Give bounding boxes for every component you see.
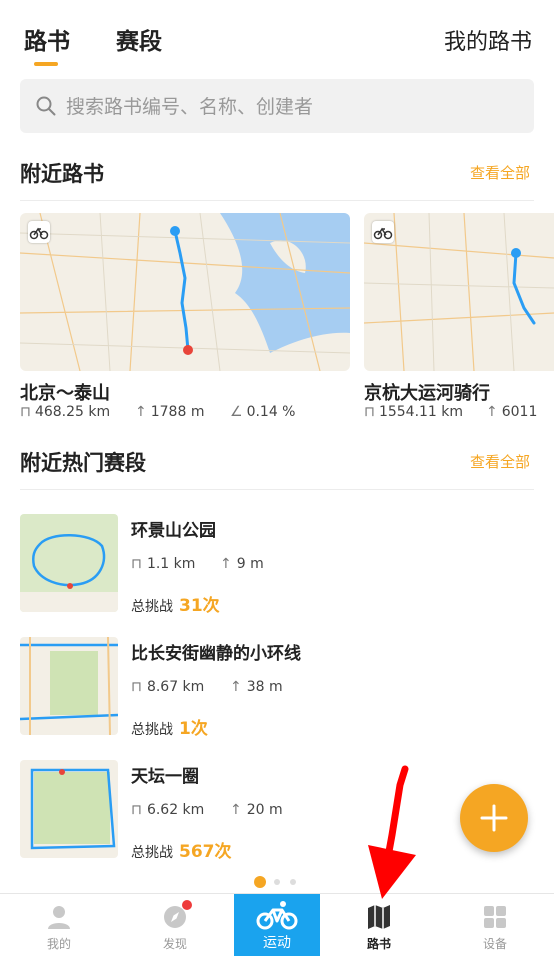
route-map-image xyxy=(20,213,350,371)
distance-icon: ⊓ xyxy=(131,556,142,572)
segment-name[interactable]: 比长安街幽静的小环线 xyxy=(131,639,301,664)
segment-elevation: ↑ 38 m xyxy=(230,679,283,695)
distance-icon: ⊓ xyxy=(131,802,142,818)
elevation-icon: ↑ xyxy=(135,404,147,420)
segment-thumbnail[interactable] xyxy=(20,760,118,858)
nav-label: 路书 xyxy=(366,937,391,951)
distance-icon: ⊓ xyxy=(131,679,142,695)
tab-routes[interactable]: 路书 xyxy=(24,22,70,56)
segment-map-image xyxy=(20,760,118,858)
search-bar[interactable] xyxy=(20,79,534,135)
notification-badge xyxy=(182,900,192,910)
nav-label: 我的 xyxy=(46,937,71,951)
divider xyxy=(20,489,534,490)
add-button[interactable] xyxy=(460,784,528,852)
nearby-routes-view-all[interactable]: 查看全部 xyxy=(470,162,530,183)
search-icon xyxy=(36,96,56,116)
segment-name[interactable]: 天坛一圈 xyxy=(131,762,199,787)
segment-distance: ⊓ 6.62 km xyxy=(131,802,205,818)
segment-challenges: 总挑战 567次 xyxy=(131,842,232,862)
route-card-name[interactable]: 北京～泰山 xyxy=(20,379,110,405)
nav-label: 设备 xyxy=(482,937,507,951)
grade-icon: ∠ xyxy=(230,404,243,420)
nav-item-sport[interactable]: 运动 xyxy=(234,894,320,956)
divider xyxy=(20,200,534,201)
elevation-icon: ↑ xyxy=(220,556,232,572)
route-card-name[interactable]: 京杭大运河骑行 xyxy=(364,379,490,405)
pager-dot-active xyxy=(254,876,266,888)
segment-thumbnail[interactable] xyxy=(20,637,118,735)
segment-name[interactable]: 环景山公园 xyxy=(131,516,216,541)
nav-label: 发现 xyxy=(162,937,187,951)
nearby-segments-title: 附近热门赛段 xyxy=(20,451,146,475)
nav-label: 运动 xyxy=(263,935,291,951)
red-arrow-icon xyxy=(368,765,416,899)
nav-item-discover[interactable]: 发现 xyxy=(120,894,230,956)
nearby-segments-view-all[interactable]: 查看全部 xyxy=(470,451,530,472)
segment-distance: ⊓ 1.1 km xyxy=(131,556,196,572)
distance-icon: ⊓ xyxy=(20,404,31,420)
route-elevation: ↑ 6011 xyxy=(486,404,538,420)
segment-distance: ⊓ 8.67 km xyxy=(131,679,205,695)
person-icon xyxy=(48,906,70,929)
route-distance: ⊓ 468.25 km xyxy=(20,404,111,420)
bottom-nav: 我的 发现 运动 路书 设备 xyxy=(0,893,554,956)
nearby-routes-title: 附近路书 xyxy=(20,162,104,186)
segment-thumbnail[interactable] xyxy=(20,514,118,612)
nav-item-me[interactable]: 我的 xyxy=(4,894,114,956)
my-routes-link[interactable]: 我的路书 xyxy=(444,24,532,56)
route-distance: ⊓ 1554.11 km xyxy=(364,404,464,420)
bicycle-icon xyxy=(28,221,50,243)
tab-active-indicator xyxy=(34,62,58,66)
nav-item-devices[interactable]: 设备 xyxy=(440,894,550,956)
segment-elevation: ↑ 20 m xyxy=(230,802,283,818)
segment-map-image xyxy=(20,514,118,612)
bicycle-icon xyxy=(256,901,298,930)
segment-challenges: 总挑战 31次 xyxy=(131,596,220,616)
map-icon xyxy=(368,905,390,929)
route-card-map[interactable] xyxy=(20,213,350,371)
bicycle-icon xyxy=(372,221,394,243)
search-input[interactable] xyxy=(64,79,508,135)
route-grade: ∠ 0.14 % xyxy=(230,404,296,420)
elevation-icon: ↑ xyxy=(230,679,242,695)
distance-icon: ⊓ xyxy=(364,404,375,420)
route-elevation: ↑ 1788 m xyxy=(135,404,205,420)
segment-elevation: ↑ 9 m xyxy=(220,556,264,572)
tab-segments[interactable]: 赛段 xyxy=(116,22,162,56)
route-card-map[interactable] xyxy=(364,213,554,371)
segment-challenges: 总挑战 1次 xyxy=(131,719,208,739)
grid-icon xyxy=(484,906,506,928)
elevation-icon: ↑ xyxy=(230,802,242,818)
segment-map-image xyxy=(20,637,118,735)
pager-dot xyxy=(290,879,296,885)
pager-dot xyxy=(274,879,280,885)
plus-icon xyxy=(480,804,508,832)
elevation-icon: ↑ xyxy=(486,404,498,420)
